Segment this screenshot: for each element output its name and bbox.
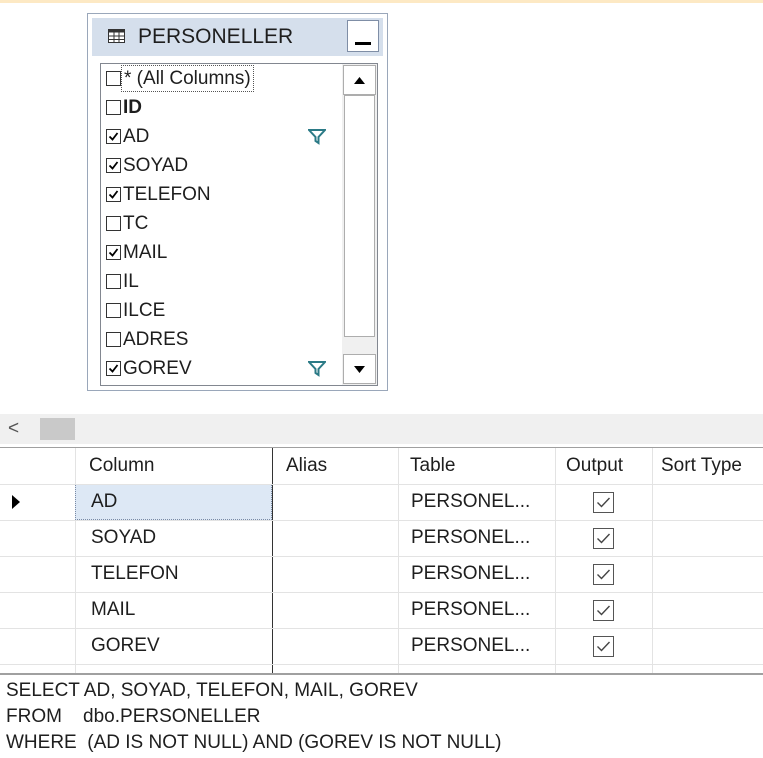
scroll-left-button[interactable]: < <box>8 418 19 440</box>
column-checkbox[interactable] <box>106 71 121 86</box>
column-checkbox[interactable] <box>106 332 121 347</box>
sql-line-select: SELECT AD, SOYAD, TELEFON, MAIL, GOREV <box>6 680 418 701</box>
column-item[interactable]: ADRES <box>101 325 341 354</box>
column-item-label: TELEFON <box>123 184 211 205</box>
table-grid-icon <box>108 29 125 43</box>
output-checkbox[interactable] <box>593 600 614 621</box>
table-box-title-bar[interactable]: PERSONELLER <box>92 18 383 56</box>
column-checkbox[interactable] <box>106 303 121 318</box>
column-item[interactable]: AD <box>101 122 341 151</box>
table-box-title: PERSONELLER <box>138 25 294 48</box>
output-checkbox[interactable] <box>593 564 614 585</box>
checkmark-icon <box>108 190 119 199</box>
header-table[interactable]: Table <box>410 448 455 484</box>
column-item[interactable]: ID <box>101 93 341 122</box>
column-checkbox[interactable] <box>106 216 121 231</box>
grid-divider <box>75 448 76 674</box>
grid-divider <box>398 448 399 674</box>
column-item-label: IL <box>123 271 139 292</box>
column-item-label: * (All Columns) <box>121 65 254 92</box>
triangle-up-icon <box>354 77 365 84</box>
grid-cell-table[interactable]: PERSONEL... <box>411 484 530 520</box>
checkmark-icon <box>108 161 119 170</box>
column-item[interactable]: TC <box>101 209 341 238</box>
column-item-label: MAIL <box>123 242 168 263</box>
grid-cell-column[interactable]: MAIL <box>91 592 135 628</box>
minimize-icon <box>355 42 371 45</box>
column-checkbox[interactable] <box>106 158 121 173</box>
column-item[interactable]: TELEFON <box>101 180 341 209</box>
grid-row-line <box>0 664 763 665</box>
grid-divider <box>555 448 556 674</box>
horizontal-scroll-thumb[interactable] <box>40 418 75 440</box>
column-list-scrollbar[interactable] <box>342 64 377 385</box>
column-item-label: GOREV <box>123 358 192 379</box>
column-item[interactable]: GOREV <box>101 354 341 383</box>
row-pointer-icon <box>12 495 20 509</box>
column-checkbox[interactable] <box>106 129 121 144</box>
pane-divider[interactable] <box>0 673 763 675</box>
triangle-down-icon <box>354 366 365 373</box>
sql-pane[interactable]: SELECT AD, SOYAD, TELEFON, MAIL, GOREV FR… <box>6 678 501 756</box>
column-item[interactable]: SOYAD <box>101 151 341 180</box>
grid-cell-table[interactable]: PERSONEL... <box>411 592 530 628</box>
scroll-up-button[interactable] <box>343 65 376 95</box>
grid-divider <box>652 448 653 674</box>
minimize-button[interactable] <box>347 20 379 52</box>
column-item[interactable]: * (All Columns) <box>101 64 341 93</box>
top-accent-line <box>0 0 763 3</box>
header-alias[interactable]: Alias <box>286 448 327 484</box>
diagram-horizontal-scrollbar[interactable]: < <box>0 414 763 444</box>
grid-cell-column[interactable]: GOREV <box>91 628 160 664</box>
grid-cell-column[interactable]: AD <box>91 484 117 520</box>
column-item[interactable]: IL <box>101 267 341 296</box>
filter-icon <box>308 129 326 145</box>
checkmark-icon <box>108 364 119 373</box>
header-column[interactable]: Column <box>89 448 154 484</box>
column-checkbox[interactable] <box>106 100 121 115</box>
grid-divider <box>272 448 273 674</box>
scroll-down-button[interactable] <box>343 354 376 384</box>
output-checkbox[interactable] <box>593 636 614 657</box>
column-checkbox[interactable] <box>106 187 121 202</box>
checkmark-icon <box>108 132 119 141</box>
column-item-label: ILCE <box>123 300 166 321</box>
checkmark-icon <box>108 248 119 257</box>
header-sort-type[interactable]: Sort Type <box>661 448 742 484</box>
grid-cell-column[interactable]: SOYAD <box>91 520 156 556</box>
grid-cell-table[interactable]: PERSONEL... <box>411 556 530 592</box>
column-checkbox[interactable] <box>106 245 121 260</box>
column-item-label: ID <box>123 97 142 118</box>
header-output[interactable]: Output <box>566 448 623 484</box>
table-box[interactable]: PERSONELLER * (All Columns) ID AD SOYAD TELE… <box>87 13 388 391</box>
column-item-label: AD <box>123 126 150 147</box>
scroll-thumb[interactable] <box>344 95 375 337</box>
column-item[interactable]: ILCE <box>101 296 341 325</box>
grid-cell-table[interactable]: PERSONEL... <box>411 520 530 556</box>
column-item-label: TC <box>123 213 149 234</box>
column-item[interactable]: MAIL <box>101 238 341 267</box>
column-item-label: SOYAD <box>123 155 189 176</box>
grid-cell-table[interactable]: PERSONEL... <box>411 628 530 664</box>
column-checkbox[interactable] <box>106 274 121 289</box>
grid-cell-column[interactable]: TELEFON <box>91 556 179 592</box>
sql-line-from: FROM dbo.PERSONELLER <box>6 706 261 727</box>
criteria-grid[interactable]: Column Alias Table Output Sort Type AD PE… <box>0 447 763 674</box>
column-checkbox[interactable] <box>106 361 121 376</box>
output-checkbox[interactable] <box>593 528 614 549</box>
sql-line-where: WHERE (AD IS NOT NULL) AND (GOREV IS NOT… <box>6 732 502 753</box>
filter-icon <box>308 361 326 377</box>
output-checkbox[interactable] <box>593 492 614 513</box>
column-item-label: ADRES <box>123 329 189 350</box>
column-list[interactable]: * (All Columns) ID AD SOYAD TELEFON TC MAIL IL I… <box>100 63 378 386</box>
